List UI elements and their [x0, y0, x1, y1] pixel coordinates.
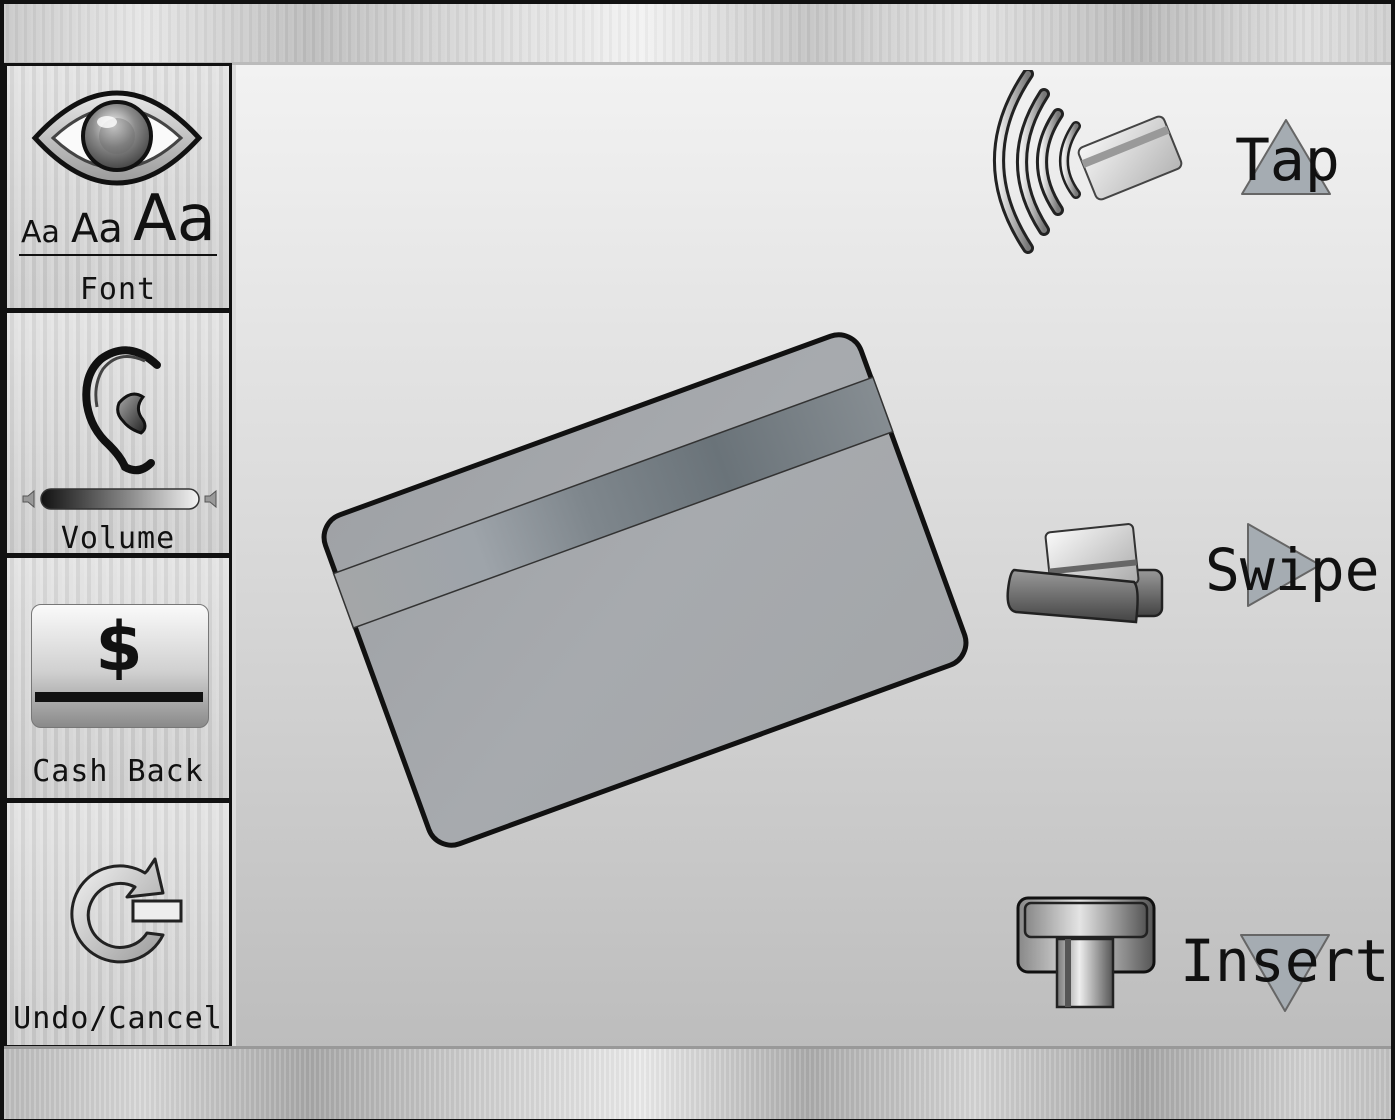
undo-cancel-button[interactable]: Undo/Cancel	[4, 800, 232, 1048]
bottom-bar	[4, 1046, 1391, 1119]
volume-high-icon	[204, 489, 217, 509]
font-sample-small: Aa	[21, 215, 60, 250]
tap-label: Tap	[1235, 126, 1340, 194]
swipe-option[interactable]: Swipe	[1000, 510, 1380, 630]
volume-label: Volume	[60, 521, 176, 556]
volume-slider[interactable]	[21, 487, 221, 511]
font-size-samples: Aa Aa Aa	[19, 182, 217, 256]
top-bar	[4, 4, 1391, 65]
swipe-label: Swipe	[1205, 536, 1380, 604]
tap-option[interactable]: Tap	[980, 70, 1380, 260]
volume-button[interactable]: Volume	[4, 310, 232, 556]
insert-label: Insert	[1180, 927, 1390, 995]
font-sample-large: Aa	[133, 182, 216, 256]
sidebar: Aa Aa Aa Font Volume $ Cash Back Undo/Ca…	[4, 63, 235, 1048]
font-sample-medium: Aa	[71, 206, 123, 252]
contactless-icon	[993, 70, 1183, 254]
volume-low-icon	[22, 489, 35, 509]
cash-back-label: Cash Back	[32, 754, 204, 789]
insert-option[interactable]: Insert	[1015, 895, 1390, 1020]
ear-icon	[82, 346, 161, 475]
font-label: Font	[79, 272, 157, 307]
dollar-symbol: $	[95, 608, 143, 687]
font-button[interactable]: Aa Aa Aa Font	[4, 63, 232, 311]
cash-icon: $	[31, 604, 209, 730]
eye-icon	[31, 90, 203, 186]
cash-back-button[interactable]: $ Cash Back	[4, 555, 232, 801]
card-insert-icon	[1016, 896, 1156, 1009]
payment-card-illustration	[321, 332, 969, 848]
undo-cancel-label: Undo/Cancel	[13, 1001, 223, 1036]
card-swipe-icon	[1006, 523, 1164, 624]
undo-icon	[70, 857, 183, 964]
